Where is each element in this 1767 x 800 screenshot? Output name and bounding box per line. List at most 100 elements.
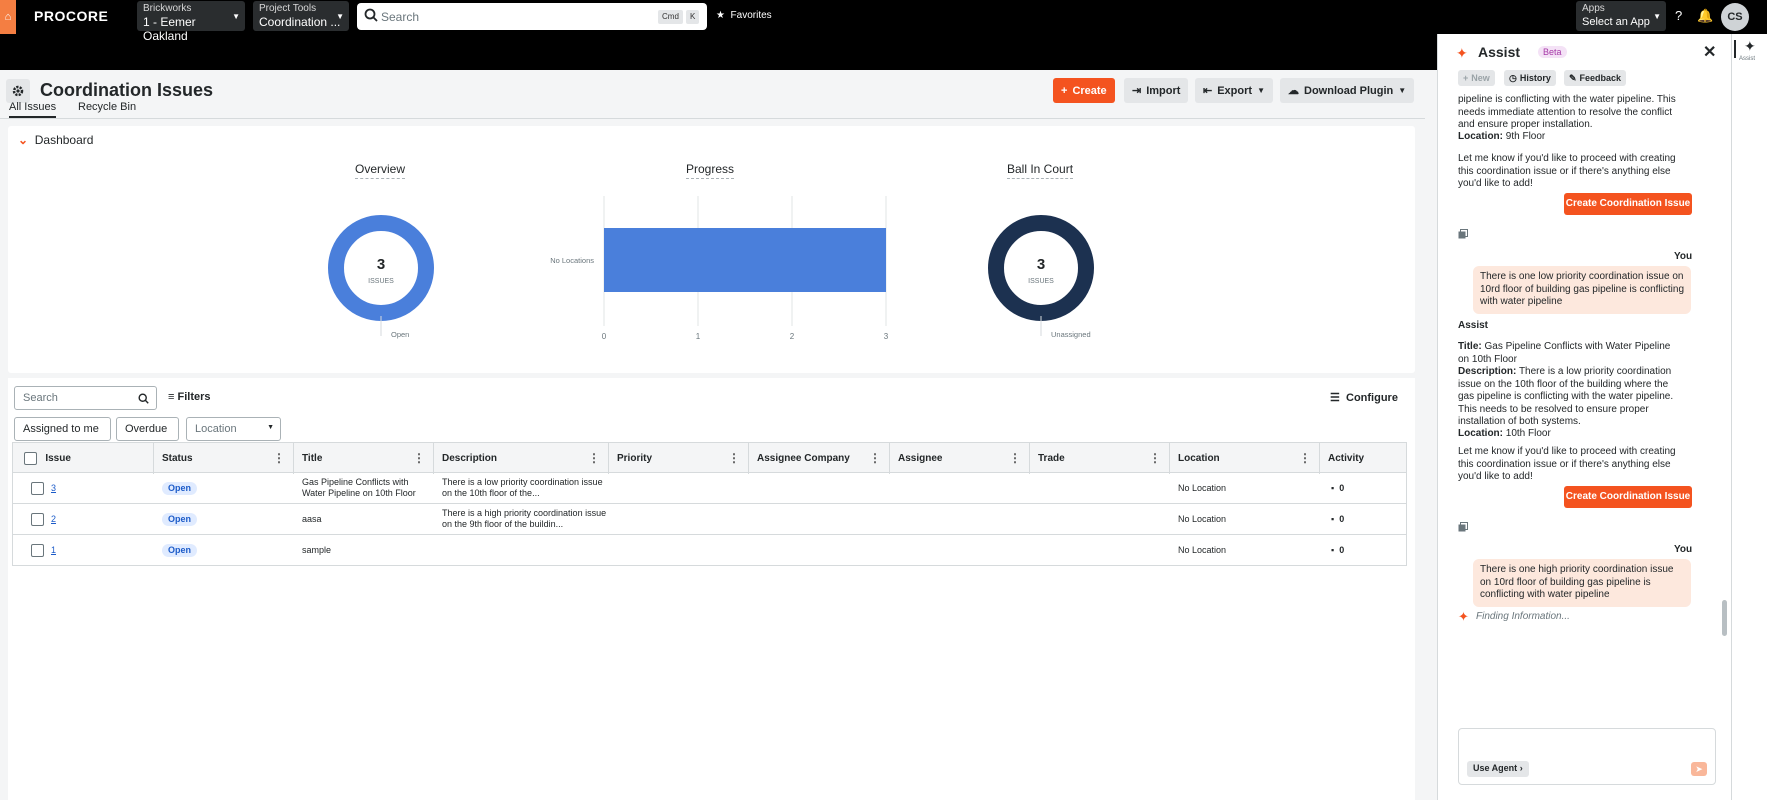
assigned-to-me-button[interactable]: Assigned to me — [14, 417, 111, 441]
user-label: You — [1674, 544, 1693, 555]
title-label: Title: — [1458, 341, 1482, 352]
tab-recycle-bin[interactable]: Recycle Bin — [78, 101, 136, 113]
assist-title: Assist — [1478, 44, 1521, 60]
column-header-issue[interactable]: Issue — [13, 443, 154, 474]
favorites-button[interactable]: ★ Favorites — [716, 10, 772, 21]
assist-panel: ✦ Assist Beta ✕ + New ◷ History ✎ Feedback … — [1437, 34, 1731, 800]
activity-header-label: Activity — [1328, 453, 1365, 464]
tab-all-issues[interactable]: All Issues — [9, 101, 57, 118]
location-label: Location: — [1458, 131, 1503, 142]
column-header-description[interactable]: Description ⋮ — [434, 443, 609, 474]
comment-icon: ▪ — [1331, 544, 1335, 555]
global-search[interactable]: Search Cmd K — [357, 3, 707, 30]
configure-button[interactable]: ☰ Configure — [1330, 391, 1398, 404]
table-row[interactable]: 1 Open sample No Location ▪ 0 — [12, 535, 1407, 566]
column-menu-icon[interactable]: ⋮ — [273, 443, 285, 474]
chat-scrollbar[interactable] — [1722, 600, 1727, 636]
column-header-trade[interactable]: Trade ⋮ — [1030, 443, 1170, 474]
location-value: 9th Floor — [1505, 131, 1546, 142]
search-placeholder: Search — [381, 10, 420, 24]
overdue-button[interactable]: Overdue — [116, 417, 179, 441]
row-checkbox[interactable] — [23, 473, 44, 503]
rail-active-indicator — [1734, 40, 1736, 58]
title-cell: sample — [302, 544, 332, 555]
progress-category-label: No Locations — [550, 256, 594, 265]
column-header-title[interactable]: Title ⋮ — [294, 443, 434, 474]
column-header-status[interactable]: Status ⋮ — [154, 443, 294, 474]
tool-value: Coordination ... — [259, 15, 341, 29]
activity-count: 0 — [1339, 513, 1345, 524]
filters-label: Filters — [177, 391, 211, 403]
chat-input[interactable]: Use Agent › ➤ — [1458, 728, 1716, 785]
column-menu-icon[interactable]: ⋮ — [1149, 443, 1161, 474]
chevron-down-icon: ▼ — [336, 12, 344, 21]
column-header-priority[interactable]: Priority ⋮ — [609, 443, 749, 474]
use-agent-button[interactable]: Use Agent › — [1467, 761, 1529, 777]
issue-number-link[interactable]: 1 — [43, 535, 56, 565]
company-label: Brickworks — [143, 3, 192, 14]
page-title: Coordination Issues — [40, 80, 214, 100]
company-selector[interactable]: Brickworks 1 - Eemer Oakland ▼ — [137, 1, 245, 43]
column-header-assignee[interactable]: Assignee ⋮ — [890, 443, 1030, 474]
activity-count: 0 — [1339, 482, 1345, 493]
feedback-button[interactable]: ✎ Feedback — [1564, 70, 1627, 86]
create-coordination-issue-button[interactable]: Create Coordination Issue — [1564, 486, 1692, 508]
column-menu-icon[interactable]: ⋮ — [869, 443, 881, 474]
issue-number[interactable]: 3 — [51, 483, 56, 494]
table-search-input[interactable]: Search — [14, 386, 157, 410]
procore-logo: PROCORE — [34, 8, 109, 24]
description-label: Description: — [1458, 366, 1517, 377]
issue-number[interactable]: 1 — [51, 545, 56, 556]
home-button[interactable]: ⌂ — [0, 0, 16, 34]
assist-sparkle-icon: ✦ — [1456, 45, 1468, 61]
assignee-company-header-label: Assignee Company — [757, 453, 850, 464]
assist-sparkle-icon[interactable]: ✦ — [1744, 38, 1756, 55]
assist-message-prompt: Let me know if you'd like to proceed wit… — [1458, 446, 1676, 482]
feedback-label: Feedback — [1579, 73, 1622, 83]
progress-tick-label: 2 — [790, 332, 795, 341]
column-menu-icon[interactable]: ⋮ — [728, 443, 740, 474]
column-header-assignee-company[interactable]: Assignee Company ⋮ — [749, 443, 890, 474]
priority-header-label: Priority — [617, 453, 653, 464]
apps-selector[interactable]: Apps Select an App ▼ — [1576, 1, 1666, 31]
issue-number-link[interactable]: 2 — [43, 504, 56, 534]
history-label: History — [1519, 73, 1551, 83]
help-icon[interactable]: ? — [1675, 8, 1682, 23]
new-chat-button[interactable]: + New — [1458, 70, 1495, 86]
copy-icon[interactable] — [1458, 228, 1468, 239]
row-checkbox[interactable] — [23, 535, 44, 565]
comment-icon: ▪ — [1331, 482, 1335, 493]
send-button[interactable]: ➤ — [1691, 762, 1707, 776]
download-plugin-label: Download Plugin — [1304, 84, 1394, 97]
issue-number-link[interactable]: 3 — [43, 473, 56, 503]
select-all-checkbox[interactable] — [24, 451, 37, 465]
star-icon: ★ — [716, 10, 725, 21]
column-header-activity[interactable]: Activity — [1320, 443, 1406, 474]
column-menu-icon[interactable]: ⋮ — [413, 443, 425, 474]
user-avatar[interactable]: CS — [1721, 3, 1749, 31]
column-menu-icon[interactable]: ⋮ — [1009, 443, 1021, 474]
column-menu-icon[interactable]: ⋮ — [1299, 443, 1311, 474]
tool-selector[interactable]: Project Tools Coordination ... ▼ — [253, 1, 349, 31]
close-icon[interactable]: ✕ — [1703, 42, 1716, 62]
row-checkbox[interactable] — [23, 504, 44, 534]
issue-number[interactable]: 2 — [51, 514, 56, 525]
copy-icon[interactable] — [1458, 521, 1468, 532]
table-row[interactable]: 2 Open aasa There is a high priority coo… — [12, 504, 1407, 535]
table-row[interactable]: 3 Open Gas Pipeline Conflicts with Water… — [12, 473, 1407, 504]
assist-message-description: Description: There is a low priority coo… — [1458, 366, 1684, 429]
column-header-location[interactable]: Location ⋮ — [1170, 443, 1320, 474]
location-select[interactable]: Location ▼ — [186, 417, 281, 441]
column-menu-icon[interactable]: ⋮ — [588, 443, 600, 474]
assist-message-text: pipeline is conflicting with the water p… — [1458, 94, 1676, 130]
progress-bar[interactable] — [604, 228, 886, 292]
status-header-label: Status — [162, 453, 193, 464]
trade-header-label: Trade — [1038, 453, 1065, 464]
comment-icon: ▪ — [1331, 513, 1335, 524]
history-button[interactable]: ◷ History — [1504, 70, 1556, 86]
create-coordination-issue-button[interactable]: Create Coordination Issue — [1564, 193, 1692, 215]
filters-button[interactable]: ≡ Filters — [168, 391, 211, 403]
sliders-icon: ☰ — [1330, 392, 1340, 404]
bell-icon[interactable]: 🔔 — [1697, 8, 1713, 24]
ball-unit: ISSUES — [1028, 278, 1054, 285]
